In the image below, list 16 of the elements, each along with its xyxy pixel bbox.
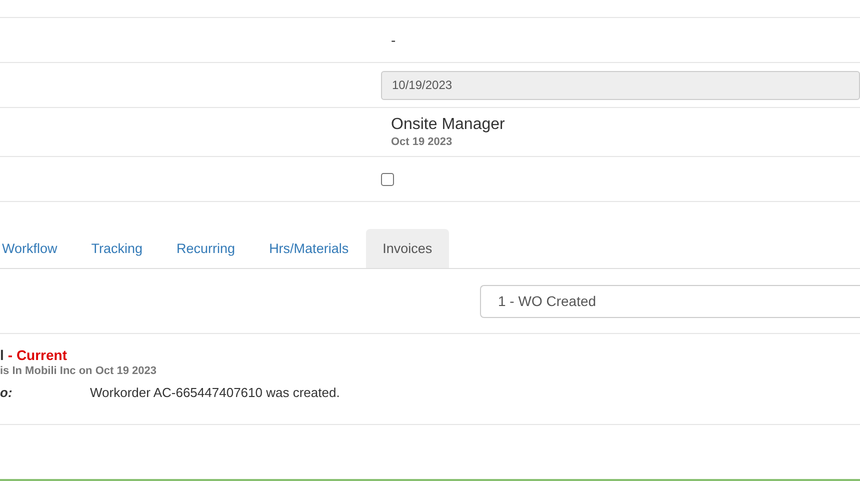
- person-date: Oct 19 2023: [391, 136, 454, 148]
- field-value: -: [390, 32, 396, 48]
- tab[interactable]: Tracking: [74, 229, 160, 268]
- entry-title: l: [0, 347, 4, 363]
- tab[interactable]: Workflow: [0, 229, 74, 268]
- tab[interactable]: Invoices: [366, 229, 450, 268]
- status-select[interactable]: 1 - WO Created: [480, 284, 860, 318]
- entry-status: - Current: [8, 347, 68, 363]
- note-label: o:: [0, 385, 14, 400]
- person-name: Onsite Manager: [391, 116, 505, 134]
- entry-byline: is In Mobili Inc on Oct 19 2023: [0, 365, 158, 377]
- note-text: Workorder AC-665447407610 was created.: [90, 385, 340, 400]
- tab[interactable]: Recurring: [160, 229, 252, 268]
- date-field[interactable]: 10/19/2023: [381, 70, 860, 100]
- tab[interactable]: Hrs/Materials: [252, 229, 366, 268]
- checkbox[interactable]: [381, 172, 394, 186]
